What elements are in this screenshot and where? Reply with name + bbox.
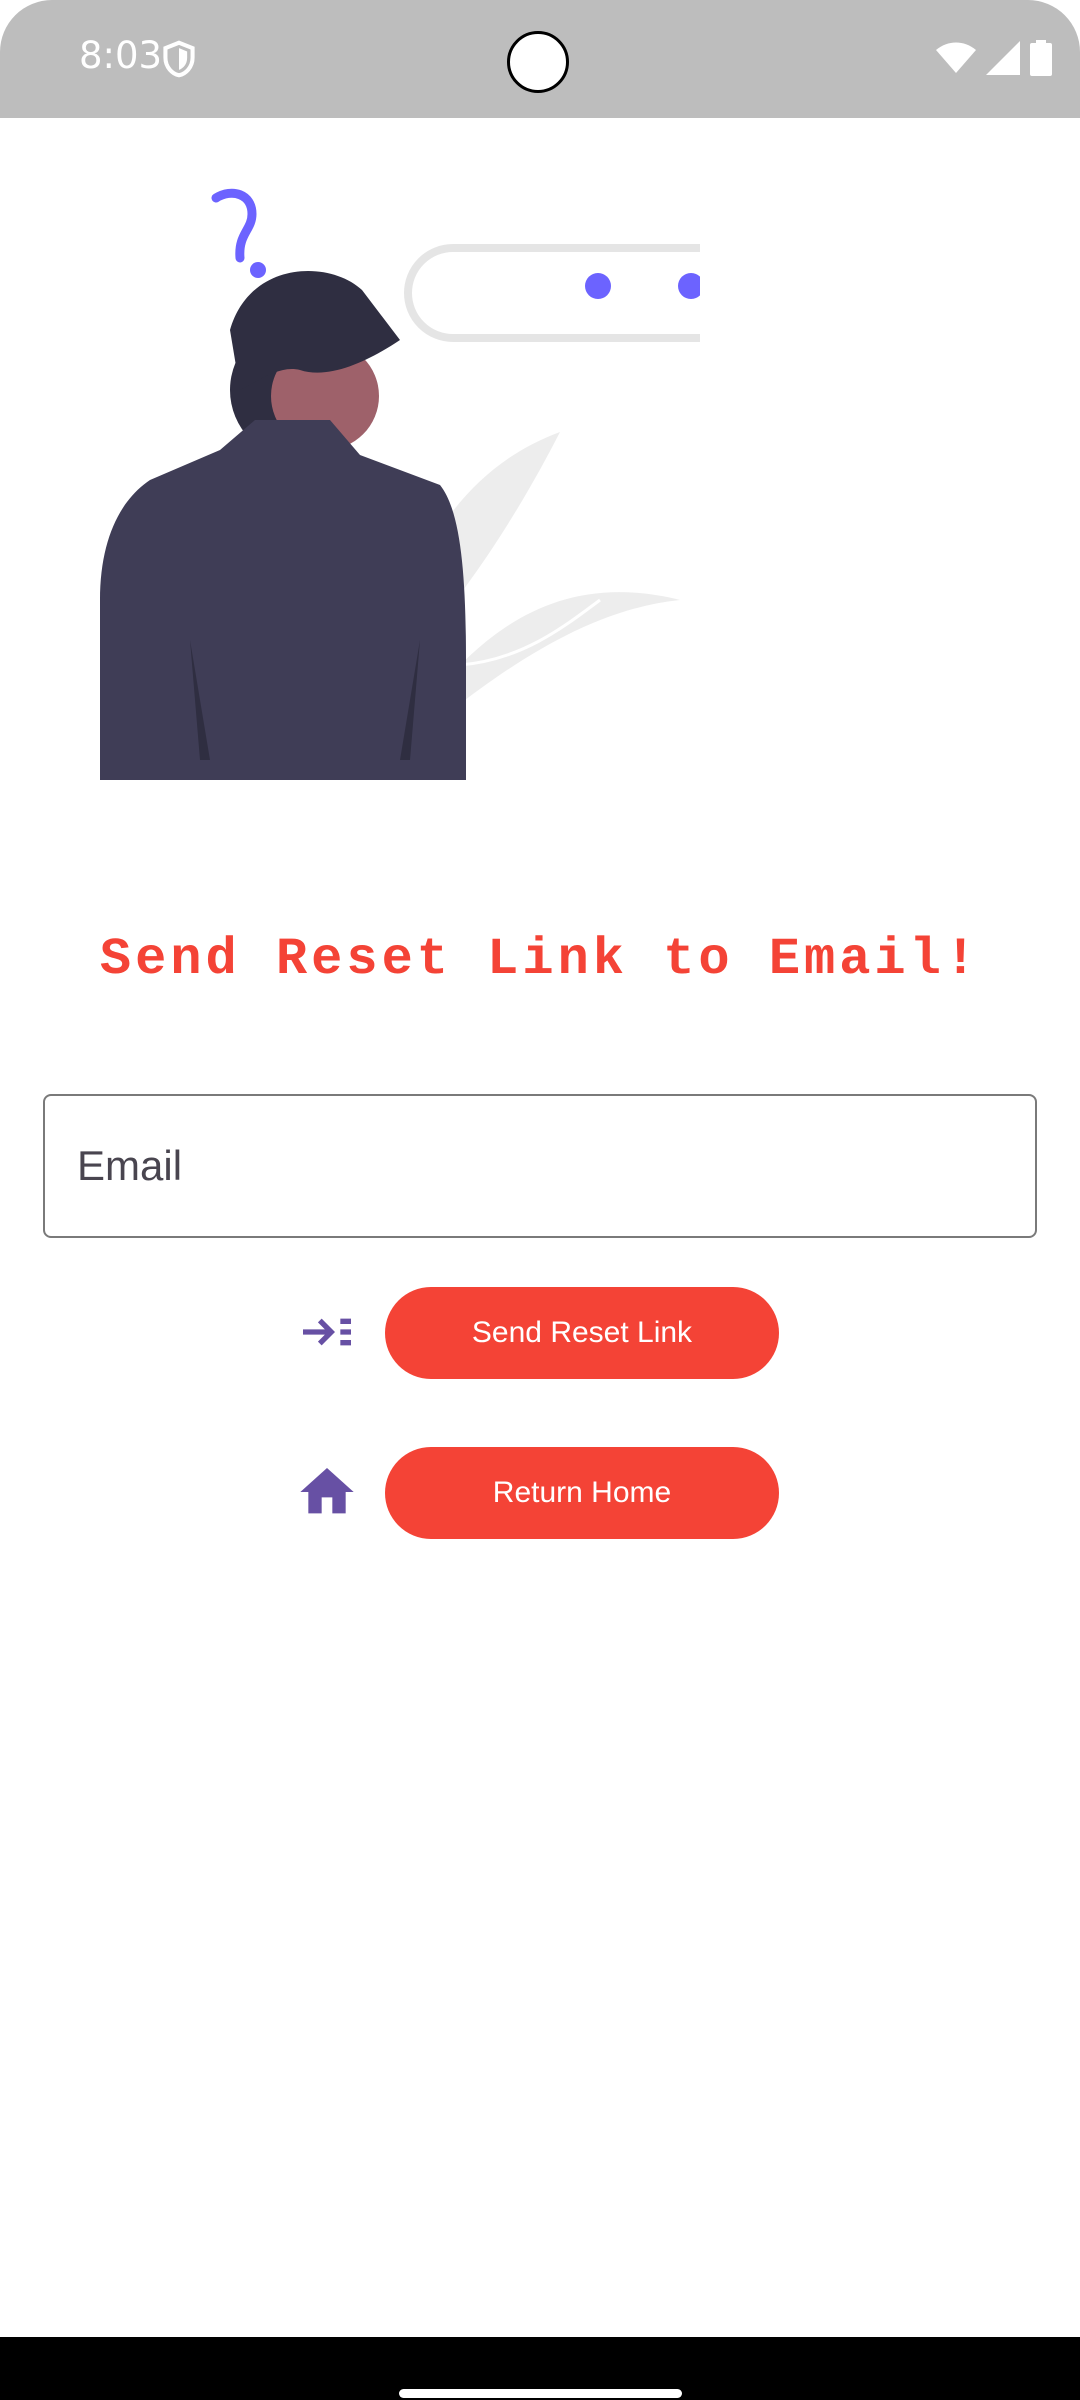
forgot-password-illustration: [100, 188, 700, 780]
return-home-button[interactable]: Return Home: [385, 1447, 779, 1539]
send-reset-link-button[interactable]: Send Reset Link: [385, 1287, 779, 1379]
status-bar: 8:03: [0, 0, 1080, 118]
home-icon: [300, 1468, 354, 1514]
front-camera: [507, 31, 569, 93]
indent-arrow-icon: [303, 1318, 351, 1346]
battery-icon: [1030, 40, 1052, 76]
email-field[interactable]: [43, 1094, 1037, 1238]
email-input[interactable]: [45, 1096, 1035, 1236]
wifi-icon: [936, 42, 976, 73]
signal-icon: [986, 41, 1020, 75]
home-indicator[interactable]: [399, 2389, 682, 2398]
shield-icon: [163, 40, 195, 78]
page-title: Send Reset Link to Email!: [99, 930, 981, 989]
status-icons: [936, 38, 1052, 78]
status-time: 8:03: [79, 34, 163, 77]
